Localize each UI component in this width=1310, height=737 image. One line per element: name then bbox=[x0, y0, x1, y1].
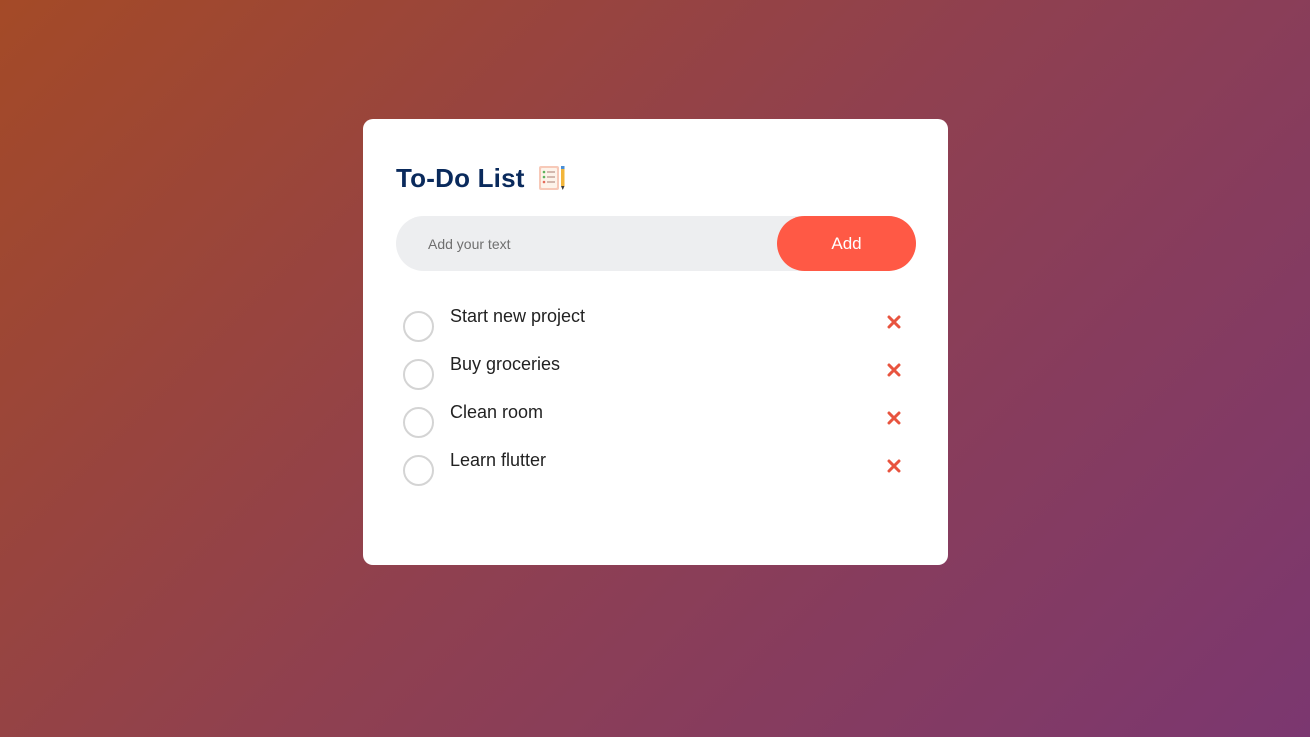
page-title: To-Do List bbox=[396, 162, 525, 193]
task-list: Start new project Buy groceries Clean ro… bbox=[396, 301, 916, 493]
task-text: Learn flutter bbox=[450, 450, 547, 470]
close-icon[interactable] bbox=[886, 314, 902, 330]
input-row: Add bbox=[396, 215, 916, 272]
todo-card: To-Do List Add Start new project bbox=[363, 119, 948, 565]
unchecked-circle-icon[interactable] bbox=[403, 455, 434, 486]
task-text: Start new project bbox=[450, 306, 586, 326]
notepad-checklist-icon bbox=[537, 163, 567, 193]
unchecked-circle-icon[interactable] bbox=[403, 359, 434, 390]
unchecked-circle-icon[interactable] bbox=[403, 311, 434, 342]
close-icon[interactable] bbox=[886, 410, 902, 426]
close-icon[interactable] bbox=[886, 362, 902, 378]
unchecked-circle-icon[interactable] bbox=[403, 407, 434, 438]
list-item[interactable]: Start new project bbox=[396, 301, 916, 349]
list-item[interactable]: Buy groceries bbox=[396, 349, 916, 397]
list-item[interactable]: Clean room bbox=[396, 397, 916, 445]
task-text: Buy groceries bbox=[450, 354, 561, 374]
title-row: To-Do List bbox=[396, 161, 916, 195]
close-icon[interactable] bbox=[886, 458, 902, 474]
task-text: Clean room bbox=[450, 402, 544, 422]
list-item[interactable]: Learn flutter bbox=[396, 445, 916, 493]
task-input[interactable] bbox=[396, 215, 777, 272]
add-button[interactable]: Add bbox=[777, 216, 916, 271]
